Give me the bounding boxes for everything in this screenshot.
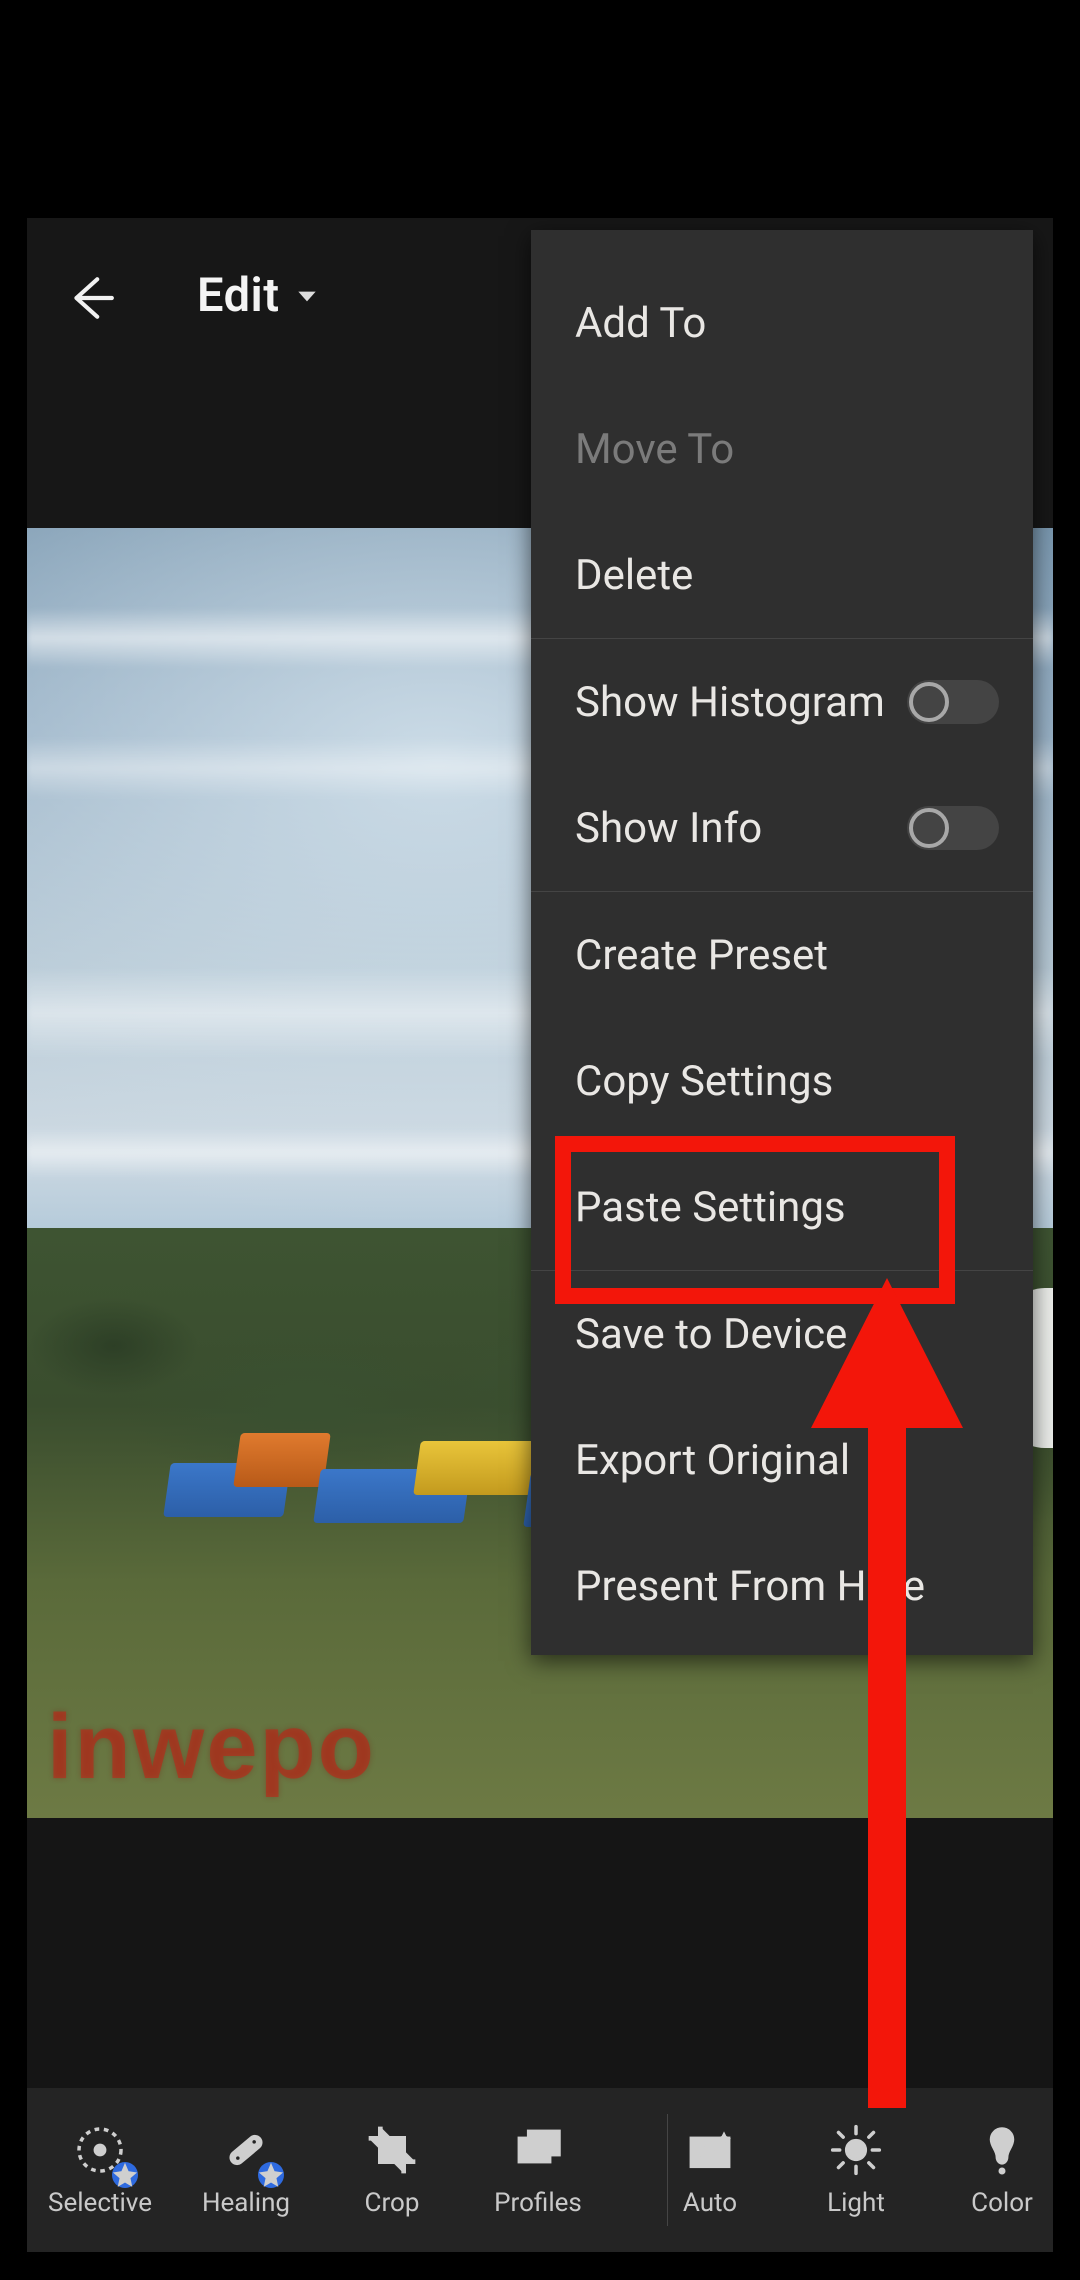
tool-auto[interactable]: Auto [637,2088,783,2252]
tool-color[interactable]: Color [929,2088,1053,2252]
toggle-show-info[interactable] [907,806,999,850]
tool-profiles[interactable]: Profiles [465,2088,611,2252]
tool-label: Auto [683,2188,737,2218]
selective-icon [72,2122,128,2178]
menu-item-move-to: Move To [531,386,1033,512]
premium-badge [258,2162,284,2188]
menu-item-paste-settings[interactable]: Paste Settings [531,1144,1033,1270]
edit-toolbar: Selective Healing Crop [27,2088,1053,2252]
light-icon [828,2122,884,2178]
menu-item-add-to[interactable]: Add To [531,260,1033,386]
menu-item-save-to-device[interactable]: Save to Device [531,1271,1033,1397]
tool-selective[interactable]: Selective [27,2088,173,2252]
tool-label: Color [971,2188,1033,2218]
menu-item-label: Create Preset [575,931,828,980]
menu-item-copy-settings[interactable]: Copy Settings [531,1018,1033,1144]
menu-item-label: Show Info [575,804,762,853]
tool-light[interactable]: Light [783,2088,929,2252]
menu-item-label: Show Histogram [575,678,885,727]
menu-item-show-histogram[interactable]: Show Histogram [531,639,1033,765]
tool-label: Light [827,2188,885,2218]
auto-icon [682,2122,738,2178]
color-icon [974,2122,1030,2178]
arrow-left-icon [66,273,116,323]
tool-healing[interactable]: Healing [173,2088,319,2252]
tool-label: Profiles [494,2188,582,2218]
toggle-show-histogram[interactable] [907,680,999,724]
menu-item-label: Export Original [575,1436,850,1485]
menu-item-export-original[interactable]: Export Original [531,1397,1033,1523]
screenshot-frame: inwepo Edit Add To Move [0,0,1080,2280]
chevron-down-icon [294,283,320,309]
profiles-icon [510,2122,566,2178]
premium-badge [112,2162,138,2188]
tool-label: Crop [365,2188,420,2218]
menu-item-show-info[interactable]: Show Info [531,765,1033,891]
menu-item-label: Delete [575,551,693,600]
menu-item-create-preset[interactable]: Create Preset [531,892,1033,1018]
menu-item-present-from-here[interactable]: Present From Here [531,1523,1033,1649]
menu-item-label: Save to Device [575,1310,847,1359]
mode-label: Edit [197,268,280,323]
watermark-text: inwepo [47,1695,376,1800]
tool-crop[interactable]: Crop [319,2088,465,2252]
menu-item-delete[interactable]: Delete [531,512,1033,638]
tool-label: Healing [202,2188,290,2218]
menu-item-label: Present From Here [575,1562,925,1611]
back-button[interactable] [55,262,127,334]
menu-item-label: Add To [575,299,706,348]
menu-item-label: Move To [575,425,734,474]
menu-item-label: Paste Settings [575,1183,846,1232]
mode-dropdown[interactable]: Edit [197,268,320,323]
tool-label: Selective [48,2188,152,2218]
overflow-menu: Add To Move To Delete Show Histogram Sho… [531,230,1033,1655]
menu-item-label: Copy Settings [575,1057,833,1106]
healing-icon [218,2122,274,2178]
crop-icon [364,2122,420,2178]
app-panel: inwepo Edit Add To Move [27,218,1053,2252]
